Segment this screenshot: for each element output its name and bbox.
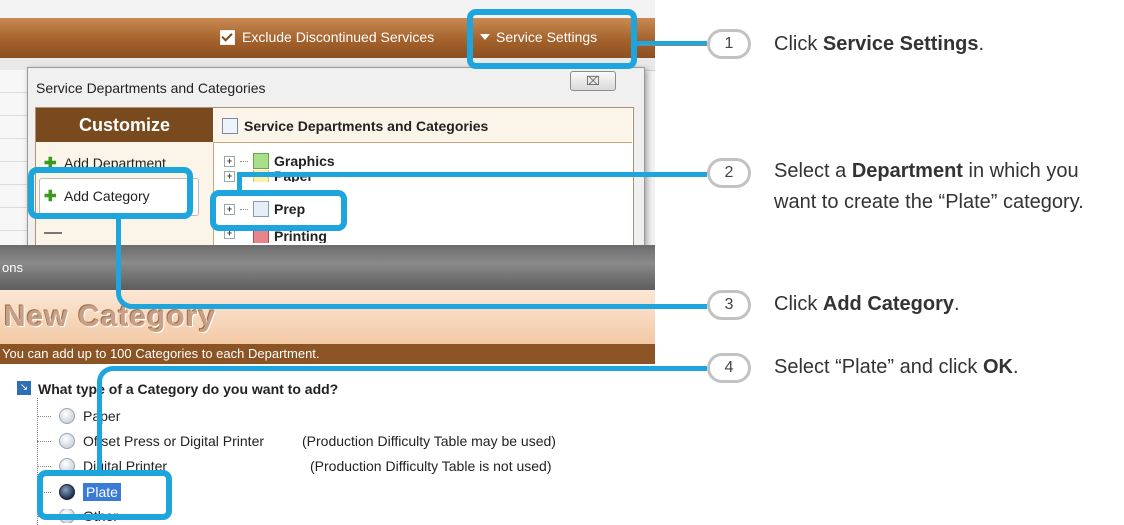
highlight-plate [37, 470, 172, 520]
connector-4 [120, 366, 707, 371]
step-2-text: Select a Department in which you want to… [774, 160, 1084, 213]
step-4-text: Select “Plate” and click OK. [774, 356, 1019, 378]
new-category-info: You can add up to 100 Categories to each… [0, 344, 655, 364]
option-note: (Production Difficulty Table may be used… [302, 433, 556, 449]
step-1-number: 1 [707, 29, 751, 59]
option-offset-press[interactable]: Offset Press or Digital Printer [37, 433, 264, 449]
dialog-title: Service Departments and Categories [36, 80, 266, 96]
exclude-discontinued-toggle[interactable]: Exclude Discontinued Services [220, 29, 434, 45]
highlight-add-category [28, 167, 193, 219]
step-3-text: Click Add Category. [774, 293, 960, 315]
root-checkbox-icon[interactable] [222, 118, 238, 134]
color-swatch-icon [253, 153, 269, 169]
connector-3 [130, 304, 707, 309]
highlight-prep [210, 190, 347, 231]
step-1-text: Click Service Settings. [774, 33, 985, 55]
highlight-service-settings [467, 9, 637, 69]
connector-2 [237, 172, 707, 177]
connector-2-drop [237, 172, 242, 192]
exclude-discontinued-label: Exclude Discontinued Services [242, 29, 435, 45]
dialog-close-button[interactable]: ⌧ [570, 71, 616, 91]
tree-header: Service Departments and Categories [222, 118, 488, 134]
partial-tab-label: ons [2, 260, 23, 275]
collapse-icon [44, 232, 62, 234]
connector-3-curve [116, 217, 136, 309]
question-arrow-icon: ↘ [17, 381, 31, 395]
tree-header-label: Service Departments and Categories [244, 118, 489, 134]
expand-icon[interactable]: + [224, 155, 235, 167]
expand-icon[interactable]: + [224, 170, 235, 182]
tree-item-graphics[interactable]: + Graphics [224, 153, 335, 169]
option-note: (Production Difficulty Table is not used… [310, 458, 552, 474]
checkbox-icon[interactable] [220, 29, 235, 45]
department-label: Graphics [274, 153, 335, 169]
window-separator-band [0, 245, 655, 290]
customize-header: Customize [36, 108, 213, 142]
category-type-question: What type of a Category do you want to a… [38, 381, 339, 397]
step-4-number: 4 [707, 353, 751, 383]
connector-4-curve [97, 366, 127, 472]
step-3-number: 3 [707, 290, 751, 320]
connector-1-shadow [640, 44, 710, 45]
radio-button[interactable] [59, 433, 75, 449]
step-2-number: 2 [707, 158, 751, 188]
radio-button[interactable] [59, 408, 75, 424]
